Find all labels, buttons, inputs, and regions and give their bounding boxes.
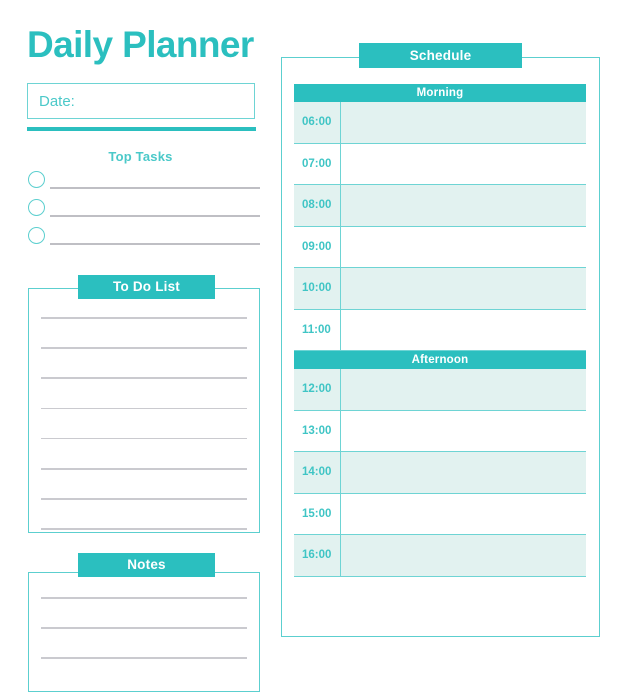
top-task-write-line [50, 243, 260, 245]
checkbox-circle-icon[interactable] [28, 199, 45, 216]
schedule-title: Schedule [359, 43, 522, 68]
todo-list-line[interactable] [41, 347, 247, 349]
notes-title: Notes [78, 553, 215, 577]
schedule-entry-slot[interactable] [341, 144, 586, 185]
schedule-entry-slot[interactable] [341, 227, 586, 268]
todo-list-panel[interactable] [28, 288, 260, 533]
todo-list-line[interactable] [41, 377, 247, 379]
date-field-label: Date: [39, 93, 75, 110]
daily-planner-page: Daily Planner Date: Top Tasks To Do List… [0, 0, 630, 692]
todo-list-lines [41, 317, 247, 559]
schedule-time-label: 16:00 [294, 535, 341, 576]
left-column: Daily Planner Date: Top Tasks To Do List… [0, 0, 281, 692]
todo-list-line[interactable] [41, 467, 247, 470]
schedule-entry-slot[interactable] [341, 185, 586, 226]
header-divider [27, 127, 256, 131]
schedule-row[interactable]: 13:00 [294, 410, 586, 452]
schedule-row[interactable]: 09:00 [294, 226, 586, 268]
schedule-time-label: 06:00 [294, 102, 341, 143]
schedule-entry-slot[interactable] [341, 494, 586, 535]
schedule-entry-slot[interactable] [341, 102, 586, 143]
schedule-entry-slot[interactable] [341, 452, 586, 493]
todo-list-line[interactable] [41, 528, 247, 530]
schedule-panel: Morning 06:00 07:00 08:00 09:00 10:00 11:00 Aft… [281, 57, 600, 637]
schedule-section-header: Morning [294, 84, 586, 102]
schedule-time-label: 11:00 [294, 309, 341, 350]
schedule-time-label: 12:00 [294, 369, 341, 410]
schedule-entry-slot[interactable] [341, 411, 586, 452]
notes-panel[interactable] [28, 572, 260, 692]
top-task-write-line [50, 215, 260, 217]
schedule-row[interactable]: 06:00 [294, 102, 586, 144]
schedule-sections: Morning 06:00 07:00 08:00 09:00 10:00 11:00 Aft… [294, 84, 586, 577]
top-tasks-heading: Top Tasks [108, 149, 173, 164]
todo-list-line[interactable] [41, 437, 247, 440]
schedule-entry-slot[interactable] [341, 535, 586, 576]
schedule-time-label: 13:00 [294, 410, 341, 451]
todo-list-line[interactable] [41, 317, 247, 319]
todo-list-line[interactable] [41, 407, 247, 410]
checkbox-circle-icon[interactable] [28, 227, 45, 244]
todo-list-title: To Do List [78, 275, 215, 299]
notes-line[interactable] [41, 657, 247, 659]
notes-line[interactable] [41, 597, 247, 599]
date-input[interactable]: Date: [27, 83, 255, 119]
schedule-time-label: 10:00 [294, 268, 341, 309]
schedule-row[interactable]: 14:00 [294, 452, 586, 494]
schedule-entry-slot[interactable] [341, 268, 586, 309]
schedule-row[interactable]: 10:00 [294, 268, 586, 310]
schedule-row[interactable]: 08:00 [294, 185, 586, 227]
schedule-row[interactable]: 15:00 [294, 493, 586, 535]
page-title: Daily Planner [27, 24, 254, 65]
schedule-time-label: 08:00 [294, 185, 341, 226]
todo-list-line[interactable] [41, 498, 247, 500]
schedule-time-label: 15:00 [294, 493, 341, 534]
schedule-entry-slot[interactable] [341, 369, 586, 410]
top-task-write-line [50, 187, 260, 189]
schedule-section-header: Afternoon [294, 351, 586, 369]
top-task-item-2[interactable] [28, 199, 260, 224]
notes-lines [41, 597, 247, 688]
schedule-entry-slot[interactable] [341, 310, 586, 351]
schedule-time-label: 14:00 [294, 452, 341, 493]
top-task-item-3[interactable] [28, 227, 260, 252]
schedule-row[interactable]: 11:00 [294, 309, 586, 351]
notes-line[interactable] [41, 627, 247, 629]
schedule-row[interactable]: 12:00 [294, 369, 586, 411]
schedule-row[interactable]: 16:00 [294, 535, 586, 577]
schedule-row[interactable]: 07:00 [294, 143, 586, 185]
checkbox-circle-icon[interactable] [28, 171, 45, 188]
top-task-item-1[interactable] [28, 171, 260, 196]
schedule-time-label: 09:00 [294, 226, 341, 267]
schedule-time-label: 07:00 [294, 143, 341, 184]
